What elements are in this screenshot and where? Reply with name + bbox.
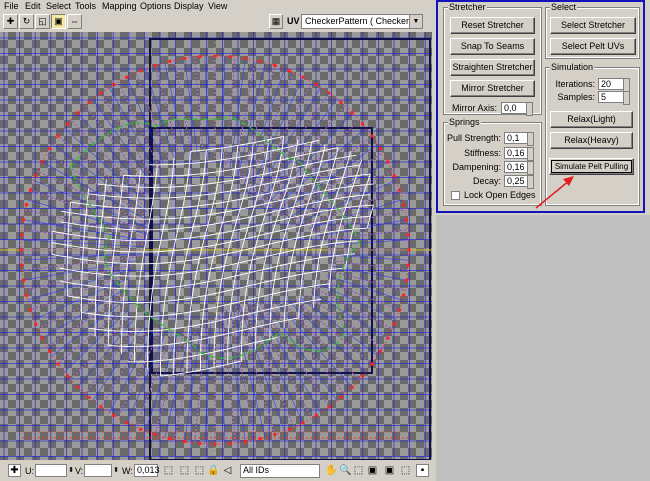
mirror-axis-spinner[interactable]: 0,0 [501, 102, 533, 116]
select-group-title: Select [550, 2, 578, 12]
samples-spinner[interactable]: 5 [598, 91, 630, 105]
samples-label: Samples: [557, 92, 595, 102]
paint-select-icon[interactable]: ⬚ [178, 464, 191, 477]
stiffness-spinner[interactable]: 0,16 [504, 147, 534, 161]
zoom-extents-icon[interactable]: ▣ [366, 464, 379, 477]
pan-hand-icon[interactable]: ✋ [325, 464, 338, 477]
reset-stretcher-button[interactable]: Reset Stretcher [450, 17, 535, 34]
mirror-axis-label: Mirror Axis: [452, 103, 497, 113]
v-label: V: [75, 466, 84, 476]
stretcher-group: Stretcher Reset Stretcher Snap To Seams … [443, 2, 542, 116]
iterations-label: Iterations: [555, 79, 595, 89]
simulation-group-title: Simulation [550, 62, 595, 72]
menu-display[interactable]: Display [173, 0, 205, 12]
select-pelt-uvs-button[interactable]: Select Pelt UVs [550, 38, 636, 55]
menu-view[interactable]: View [207, 0, 228, 12]
scale-icon: ◱ [38, 16, 47, 26]
zoom-icon[interactable]: 🔍 [339, 464, 352, 477]
lock-icon[interactable]: 🔒 [207, 464, 220, 477]
texture-map-value: CheckerPattern ( Checker ) [305, 16, 415, 26]
scale-tool-button[interactable]: ◱ [35, 14, 50, 29]
menu-tools[interactable]: Tools [74, 0, 97, 12]
pull-strength-spinner[interactable]: 0,1 [504, 132, 534, 146]
uv-editor-window: File Edit Select Tools Mapping Options D… [0, 0, 432, 481]
menu-options[interactable]: Options [139, 0, 172, 12]
uv-label: UV [287, 16, 300, 26]
lock-selection-icon[interactable]: ✚ [8, 464, 21, 477]
select-stretcher-button[interactable]: Select Stretcher [550, 17, 636, 34]
pull-strength-label: Pull Strength: [446, 133, 501, 143]
zoom-selected-icon[interactable]: ▣ [383, 464, 396, 477]
w-label: W: [122, 466, 133, 476]
menu-bar: File Edit Select Tools Mapping Options D… [0, 0, 432, 12]
soft-selection-icon[interactable]: ⬚ [162, 464, 175, 477]
chevron-down-icon: ▼ [409, 15, 422, 28]
move-icon: ✚ [6, 16, 15, 26]
empty-panel-area [436, 215, 650, 481]
relax-heavy-button[interactable]: Relax(Heavy) [550, 132, 633, 149]
decay-label: Decay: [472, 176, 501, 186]
uv-canvas[interactable] [0, 32, 432, 460]
stiffness-label: Stiffness: [464, 148, 501, 158]
fit-icon[interactable]: ⬚ [399, 464, 412, 477]
checker-icon: ▦ [271, 16, 281, 26]
snap-to-seams-button[interactable]: Snap To Seams [450, 38, 535, 55]
annotation-arrow [535, 176, 574, 209]
menu-mapping[interactable]: Mapping [101, 0, 138, 12]
lock-open-edges-checkbox[interactable] [451, 191, 460, 200]
uv-status-bar: ✚ U: ⬍ V: ⬍ W: 0,013 ⬚ ⬚ ⬚ 🔒 ◁ All IDs ✋… [0, 461, 432, 481]
uv-viewport[interactable] [0, 32, 432, 460]
mirror-stretcher-button[interactable]: Mirror Stretcher [450, 80, 535, 97]
brush-icon[interactable]: ⬚ [193, 464, 206, 477]
v-spinner-icon[interactable]: ⬍ [113, 464, 119, 477]
relax-light-button[interactable]: Relax(Light) [550, 111, 633, 128]
id-filter-dropdown[interactable]: All IDs [240, 464, 320, 478]
select-group: Select Select Stretcher Select Pelt UVs [545, 2, 640, 59]
u-coordinate-field[interactable] [35, 464, 67, 477]
u-spinner-icon[interactable]: ⬍ [68, 464, 74, 477]
mirror-tool-button[interactable]: ⇔ [67, 14, 82, 29]
cursor-icon[interactable]: ◁ [221, 464, 234, 477]
straighten-stretcher-button[interactable]: Straighten Stretcher [450, 59, 535, 76]
texture-map-dropdown[interactable]: CheckerPattern ( Checker ) ▼ [301, 14, 423, 29]
id-filter-value: All IDs [243, 465, 270, 475]
u-label: U: [25, 466, 34, 476]
options-icon[interactable]: ▪ [416, 464, 429, 477]
freeform-tool-button[interactable]: ▣ [51, 14, 66, 29]
v-coordinate-field[interactable] [84, 464, 112, 477]
mirror-icon: ⇔ [70, 16, 79, 26]
menu-select[interactable]: Select [45, 0, 72, 12]
menu-edit[interactable]: Edit [24, 0, 42, 12]
rotate-tool-button[interactable]: ↻ [19, 14, 34, 29]
dampening-label: Dampening: [452, 162, 501, 172]
menu-file[interactable]: File [3, 0, 20, 12]
freeform-icon: ▣ [54, 16, 63, 26]
show-map-button[interactable]: ▦ [269, 14, 283, 29]
uv-toolbar: ✚ ↻ ◱ ▣ ⇔ ▦ UV CheckerPattern ( Checker … [0, 13, 432, 31]
w-coordinate-field[interactable]: 0,013 [134, 464, 160, 477]
springs-group-title: Springs [448, 117, 481, 127]
move-tool-button[interactable]: ✚ [3, 14, 18, 29]
rotate-icon: ↻ [22, 16, 31, 26]
stretcher-group-title: Stretcher [448, 2, 487, 12]
zoom-region-icon[interactable]: ⬚ [352, 464, 365, 477]
iterations-spinner[interactable]: 20 [598, 78, 630, 92]
